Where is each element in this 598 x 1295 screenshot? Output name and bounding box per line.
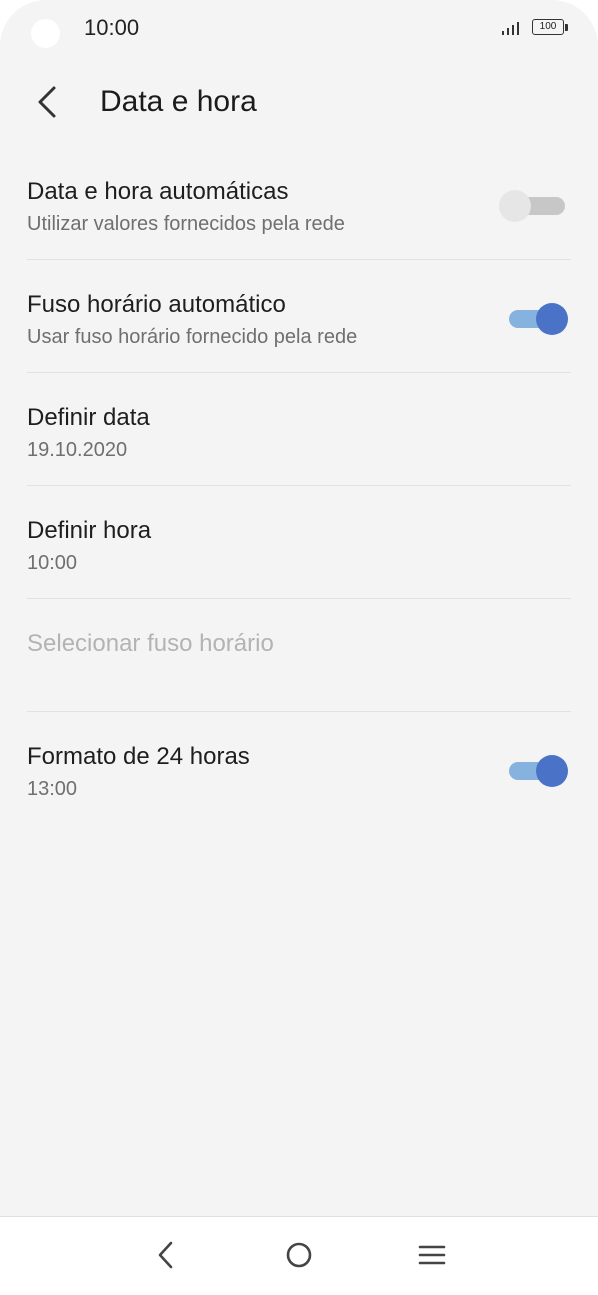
setting-subtitle: 10:00 — [27, 552, 78, 574]
settings-list: Data e hora automáticas Utilizar valores… — [0, 147, 598, 824]
setting-subtitle: Utilizar valores fornecidos pela rede — [27, 213, 345, 235]
circle-home-icon[interactable] — [275, 1231, 323, 1279]
automatic-timezone-toggle[interactable] — [508, 302, 568, 335]
automatic-date-time-toggle[interactable] — [499, 189, 568, 222]
status-time: 10:00 — [84, 15, 140, 40]
setting-set-date[interactable]: Definir data 19.10.2020 — [27, 373, 571, 486]
toggle-thumb — [536, 303, 568, 335]
setting-subtitle: Usar fuso horário fornecido pela rede — [27, 326, 358, 348]
setting-automatic-timezone[interactable]: Fuso horário automático Usar fuso horári… — [27, 260, 571, 373]
setting-subtitle: 13:00 — [27, 778, 78, 800]
setting-title: Data e hora automáticas — [27, 178, 289, 205]
setting-select-timezone: Selecionar fuso horário — [27, 599, 571, 712]
phone-screen: 10:00 100 Data e hora Data e hora automá… — [0, 0, 598, 1295]
setting-title: Selecionar fuso horário — [27, 630, 274, 657]
setting-subtitle: 19.10.2020 — [27, 439, 128, 461]
setting-title: Fuso horário automático — [27, 291, 286, 318]
menu-lines-icon[interactable] — [408, 1231, 456, 1279]
signal-icon — [502, 22, 519, 35]
battery-icon: 100 — [532, 19, 568, 37]
setting-title: Definir data — [27, 404, 150, 431]
toggle-thumb — [536, 755, 568, 787]
navigation-bar — [0, 1216, 598, 1295]
battery-tip — [565, 24, 568, 31]
setting-set-time[interactable]: Definir hora 10:00 — [27, 486, 571, 599]
status-bar: 10:00 100 — [0, 0, 598, 58]
setting-24-hour-format[interactable]: Formato de 24 horas 13:00 — [27, 712, 571, 824]
header: Data e hora — [0, 70, 598, 134]
toggle-thumb — [499, 190, 531, 222]
setting-title: Formato de 24 horas — [27, 743, 250, 770]
page-title: Data e hora — [100, 85, 257, 118]
arrow-back-icon[interactable] — [30, 84, 64, 120]
camera-cutout — [31, 19, 60, 48]
setting-title: Definir hora — [27, 517, 152, 544]
setting-automatic-date-time[interactable]: Data e hora automáticas Utilizar valores… — [27, 147, 571, 260]
chevron-left-icon[interactable] — [142, 1231, 190, 1279]
24-hour-format-toggle[interactable] — [508, 754, 568, 787]
battery-level: 100 — [532, 19, 564, 35]
